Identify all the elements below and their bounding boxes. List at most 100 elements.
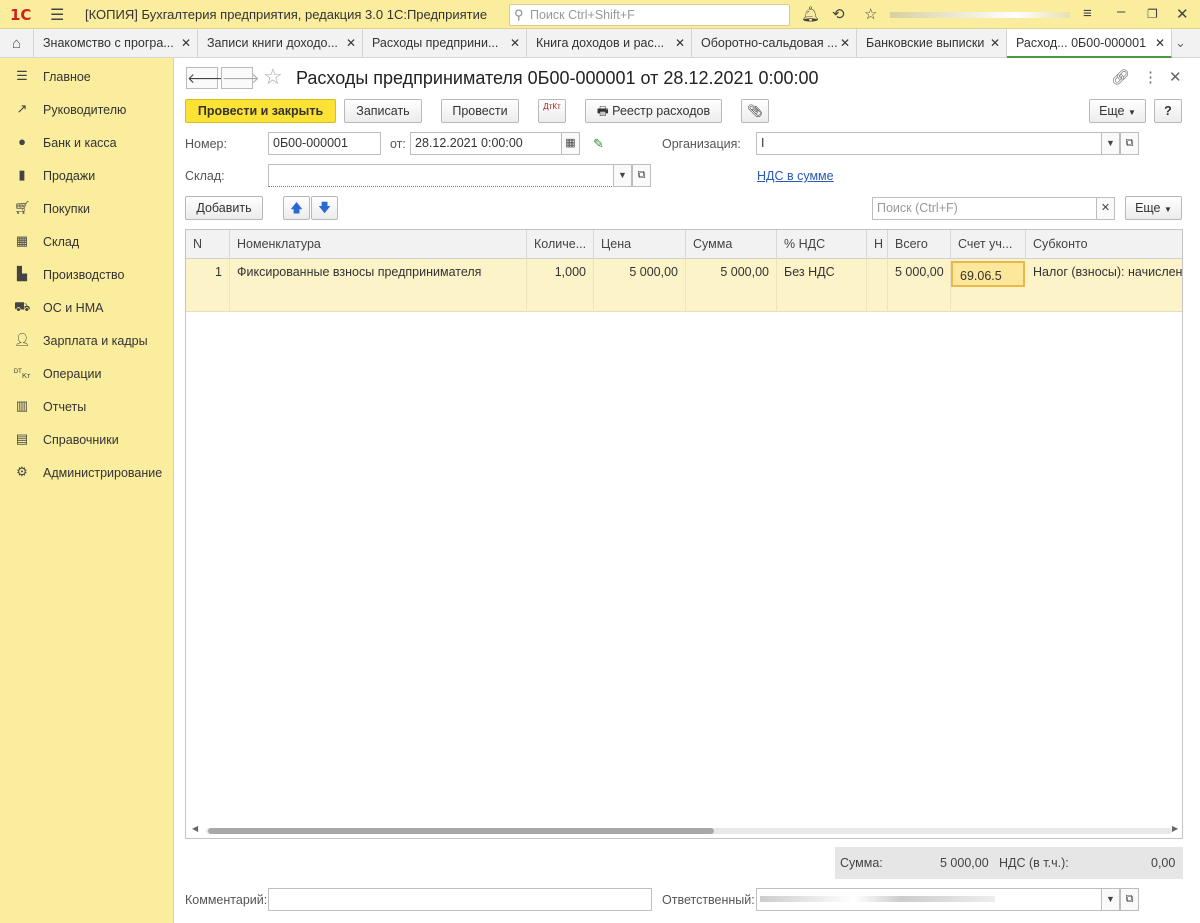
column-header-account[interactable]: Счет уч... bbox=[951, 230, 1026, 259]
scroll-left-icon[interactable]: ◀ bbox=[192, 824, 198, 833]
chevron-down-icon[interactable]: ▼ bbox=[1101, 132, 1120, 155]
cell-sum[interactable]: 5 000,00 bbox=[686, 259, 777, 312]
dt-kt-button[interactable]: ДтКт bbox=[538, 99, 566, 123]
close-tab-icon[interactable]: ✕ bbox=[675, 36, 685, 50]
home-icon[interactable]: ⌂ bbox=[0, 29, 34, 58]
close-tab-icon[interactable]: ✕ bbox=[840, 36, 850, 50]
sidebar-item-purchases[interactable]: 🛒︎ Покупки bbox=[0, 192, 174, 225]
history-icon[interactable]: ⟲ bbox=[832, 5, 845, 23]
sidebar-item-salary[interactable]: 👤︎ Зарплата и кадры bbox=[0, 324, 174, 357]
cell-qty[interactable]: 1,000 bbox=[527, 259, 594, 312]
close-tab-icon[interactable]: ✕ bbox=[990, 36, 1000, 50]
cell-subconto[interactable]: Налог (взносы): начислено bbox=[1026, 259, 1182, 312]
tab-label: Записи книги доходо... bbox=[207, 36, 338, 50]
chevron-down-icon[interactable]: ▼ bbox=[613, 164, 632, 187]
sidebar-item-warehouse[interactable]: ▦ Склад bbox=[0, 225, 174, 258]
column-header-sum[interactable]: Сумма bbox=[686, 230, 777, 259]
sidebar-item-operations[interactable]: ᴰᵀKт Операции bbox=[0, 357, 174, 390]
move-down-button[interactable]: 🡇 bbox=[311, 196, 338, 220]
cell-vat-rate[interactable]: Без НДС bbox=[777, 259, 867, 312]
sidebar-item-production[interactable]: ▙ Производство bbox=[0, 258, 174, 291]
scrollbar-thumb[interactable] bbox=[208, 828, 714, 834]
sidebar-item-references[interactable]: ▤ Справочники bbox=[0, 423, 174, 456]
open-icon[interactable]: ⧉ bbox=[632, 164, 651, 187]
cell-item[interactable]: Фиксированные взносы предпринимателя bbox=[230, 259, 527, 312]
cell-account[interactable]: 69.06.5 bbox=[951, 261, 1025, 287]
table-search-input[interactable]: Поиск (Ctrl+F) bbox=[872, 197, 1097, 220]
close-tab-icon[interactable]: ✕ bbox=[346, 36, 356, 50]
open-icon[interactable]: ⧉ bbox=[1120, 888, 1139, 911]
forward-button[interactable]: 🡒 bbox=[221, 67, 260, 89]
help-button[interactable]: ? bbox=[1154, 99, 1182, 123]
move-up-button[interactable]: 🡅 bbox=[283, 196, 310, 220]
number-field[interactable]: 0Б00-000001 bbox=[268, 132, 381, 155]
tab-entrepreneur-expenses[interactable]: Расходы предприни... ✕ bbox=[363, 29, 527, 58]
settings-menu-icon[interactable]: ≡ bbox=[1083, 5, 1092, 22]
sidebar-item-fixed-assets[interactable]: ⛟ ОС и НМА bbox=[0, 291, 174, 324]
calendar-icon[interactable]: ▦ bbox=[561, 132, 580, 155]
post-and-close-button[interactable]: Провести и закрыть bbox=[185, 99, 336, 123]
favorites-star-icon[interactable]: ☆ bbox=[864, 5, 877, 23]
tab-current-document[interactable]: Расход... 0Б00-000001 ✕ bbox=[1007, 29, 1172, 58]
organization-field[interactable]: І bbox=[756, 132, 1102, 155]
horizontal-scrollbar[interactable] bbox=[206, 828, 1172, 834]
chevron-down-icon[interactable]: ▼ bbox=[1101, 888, 1120, 911]
sidebar-item-label: Справочники bbox=[43, 433, 119, 447]
column-header-qty[interactable]: Количе... bbox=[527, 230, 594, 259]
save-button[interactable]: Записать bbox=[344, 99, 422, 123]
tab-income-book-entries[interactable]: Записи книги доходо... ✕ bbox=[198, 29, 363, 58]
warehouse-field[interactable] bbox=[268, 164, 614, 187]
cell-price[interactable]: 5 000,00 bbox=[594, 259, 686, 312]
cell-total[interactable]: 5 000,00 bbox=[888, 259, 951, 312]
vat-in-amount-link[interactable]: НДС в сумме bbox=[757, 169, 834, 183]
sidebar-item-admin[interactable]: ⚙ Администрирование bbox=[0, 456, 174, 489]
clear-search-icon[interactable]: ✕ bbox=[1096, 197, 1115, 220]
cell-vat[interactable] bbox=[867, 259, 888, 312]
close-window-icon[interactable]: ✕ bbox=[1176, 5, 1189, 23]
column-header-vat-rate[interactable]: % НДС bbox=[777, 230, 867, 259]
cell-n[interactable]: 1 bbox=[186, 259, 230, 312]
date-field[interactable]: 28.12.2021 0:00:00 bbox=[410, 132, 562, 155]
column-header-total[interactable]: Всего bbox=[888, 230, 951, 259]
global-search-input[interactable]: ⚲ Поиск Ctrl+Shift+F bbox=[509, 4, 790, 26]
tab-turnover-balance[interactable]: Оборотно-сальдовая ... ✕ bbox=[692, 29, 857, 58]
close-tab-icon[interactable]: ✕ bbox=[181, 36, 191, 50]
sidebar-item-manager[interactable]: ↗ Руководителю bbox=[0, 93, 174, 126]
link-icon[interactable]: 🔗︎ bbox=[1111, 68, 1130, 86]
open-icon[interactable]: ⧉ bbox=[1120, 132, 1139, 155]
sidebar-item-main[interactable]: ☰ Главное bbox=[0, 60, 174, 93]
tab-income-expense-book[interactable]: Книга доходов и рас... ✕ bbox=[527, 29, 692, 58]
minimize-icon[interactable]: – bbox=[1117, 3, 1125, 20]
sidebar-item-bank[interactable]: ● Банк и касса bbox=[0, 126, 174, 159]
close-tab-icon[interactable]: ✕ bbox=[510, 36, 520, 50]
more-button[interactable]: Еще ▼ bbox=[1089, 99, 1146, 123]
column-header-n[interactable]: N bbox=[186, 230, 230, 259]
back-button[interactable]: 🡐 bbox=[186, 67, 225, 89]
table-row[interactable]: 1 Фиксированные взносы предпринимателя 1… bbox=[186, 259, 1182, 312]
comment-field[interactable] bbox=[268, 888, 652, 911]
expense-registry-button[interactable]: 🖶︎ Реестр расходов bbox=[585, 99, 722, 123]
add-row-button[interactable]: Добавить bbox=[185, 196, 263, 220]
close-tab-icon[interactable]: ✕ bbox=[1155, 36, 1165, 50]
attachment-button[interactable]: 📎︎ bbox=[741, 99, 769, 123]
scroll-right-icon[interactable]: ▶ bbox=[1172, 824, 1178, 833]
post-button[interactable]: Провести bbox=[441, 99, 519, 123]
bell-icon[interactable]: 🔔︎ bbox=[801, 5, 820, 23]
more-vertical-icon[interactable]: ⋮ bbox=[1143, 68, 1158, 86]
close-form-icon[interactable]: ✕ bbox=[1169, 68, 1182, 86]
sidebar-item-reports[interactable]: ▥ Отчеты bbox=[0, 390, 174, 423]
favorite-star-icon[interactable]: ☆ bbox=[263, 64, 283, 90]
restore-icon[interactable]: ❐ bbox=[1147, 7, 1158, 21]
column-header-vat[interactable]: Н bbox=[867, 230, 888, 259]
tab-bank-statements[interactable]: Банковские выписки ✕ bbox=[857, 29, 1007, 58]
hamburger-menu-icon[interactable]: ☰ bbox=[50, 5, 64, 25]
tab-intro[interactable]: Знакомство с програ... ✕ bbox=[34, 29, 198, 58]
app-logo: 1С bbox=[10, 6, 32, 24]
tabs-menu-icon[interactable]: ⌄ bbox=[1175, 35, 1186, 51]
column-header-price[interactable]: Цена bbox=[594, 230, 686, 259]
sidebar-item-sales[interactable]: ▮ Продажи bbox=[0, 159, 174, 192]
table-more-button[interactable]: Еще ▼ bbox=[1125, 196, 1182, 220]
column-header-subconto[interactable]: Субконто bbox=[1026, 230, 1182, 259]
column-header-item[interactable]: Номенклатура bbox=[230, 230, 527, 259]
sidebar-item-label: Операции bbox=[43, 367, 102, 381]
